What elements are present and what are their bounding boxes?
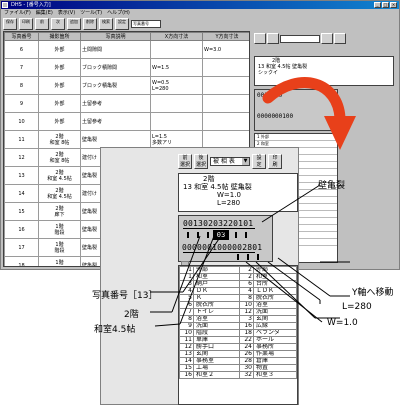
leader-line — [261, 184, 321, 223]
label-room: 和室4.5帖 — [94, 325, 136, 335]
label-floor: 2階 — [124, 310, 139, 320]
leader-line — [154, 323, 181, 327]
label-y-move: Y軸へ移動 — [352, 288, 394, 298]
label-w-value: W=1.0 — [327, 318, 358, 328]
leader-line — [171, 235, 201, 313]
label-photo-no: 写真番号［13］ — [92, 291, 158, 301]
label-wall-crack: 壁亀裂 — [318, 181, 346, 191]
annotation-lines — [150, 77, 356, 327]
arrow-curve — [262, 77, 346, 124]
leader-line — [179, 235, 215, 325]
arrow-head-icon — [324, 116, 356, 150]
leader-line — [245, 261, 323, 323]
label-l-value: L=280 — [342, 302, 372, 312]
